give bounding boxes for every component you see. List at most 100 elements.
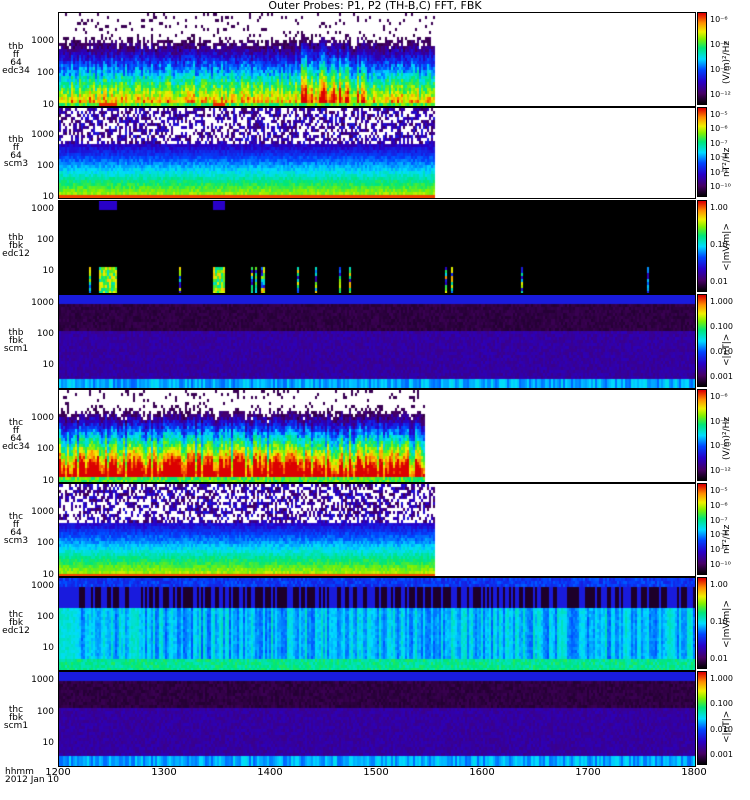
panel-label-line: scm1: [3, 721, 29, 731]
panel-label-line: edc34: [2, 65, 30, 76]
colorbar-tick-label: 10⁻⁶: [710, 500, 728, 510]
spectrogram-panel-thb-fbk-scm1: 1000 100 10: [31, 294, 696, 389]
y-tick-label: 1000: [31, 204, 54, 215]
panel-label-line: edc12: [2, 249, 30, 259]
spectrogram-panel-thc-ff-64-edc34: 1000 100 10: [31, 389, 696, 486]
spectrogram-image: [58, 577, 696, 671]
colorbar-unit-label: (V/m)²/Hz: [722, 416, 732, 460]
x-tick-label: 1500: [363, 767, 389, 778]
y-tick-label: 100: [36, 160, 54, 171]
x-tick-label: 1700: [575, 767, 601, 778]
colorbar-tick-label: 10⁻⁵: [710, 486, 728, 495]
y-tick-label: 1000: [31, 298, 54, 309]
x-tick-label: 1400: [257, 767, 283, 778]
colorbar-tick-label: 1.000: [710, 297, 733, 306]
colorbar-tick-label: 0.100: [710, 699, 733, 709]
colorbar-tick-label: 10⁻¹⁰: [710, 182, 731, 191]
panel-label: thb ff 64 scm3: [2, 136, 30, 169]
spectrogram-panel-thc-ff-64-scm3: 1000 100 10: [31, 483, 696, 580]
spectrogram-panel-thc-fbk-scm1: 1000 100 10: [31, 671, 696, 767]
spectrogram-panel-thb-fbk-edc12: 1000 100 10: [31, 200, 696, 294]
spectrogram-panel-thc-fbk-edc12: 1000 100 10: [31, 577, 696, 671]
colorbar-tick-label: 0.001: [710, 750, 733, 759]
panel-label-line: edc12: [2, 626, 30, 636]
y-tick-label: 1000: [31, 129, 54, 140]
colorbar-tick-label: 0.01: [710, 654, 728, 663]
panel-label: thc fbk edc12: [2, 611, 30, 636]
y-tick-label: 100: [36, 329, 54, 340]
spectrogram-image: [58, 107, 696, 199]
y-tick-label: 10: [42, 642, 54, 653]
colorbar-unit-label: nT²/Hz: [722, 524, 732, 554]
y-tick-label: 10: [42, 192, 54, 202]
spectrogram-image: [58, 483, 696, 577]
colorbar-unit-label: <|nT|>: [722, 710, 732, 743]
colorbar-tick-label: 10⁻¹²: [710, 466, 731, 475]
colorbar-tick-label: 10⁻⁶: [710, 124, 728, 134]
colorbar-unit-label: <|mV/m|>: [722, 600, 732, 648]
colorbar: [697, 389, 707, 481]
y-tick-label: 10: [42, 360, 54, 371]
x-tick-label: 1600: [469, 767, 495, 778]
colorbar-tick-label: 10⁻⁶: [710, 15, 728, 24]
colorbar-tick-label: 1.00: [710, 580, 728, 589]
colorbar-unit-label: <|mV/m|>: [722, 223, 732, 271]
colorbar-unit-label: <|nT|>: [722, 333, 732, 366]
colorbar-tick-label: 1.00: [710, 203, 728, 212]
colorbar-tick-label: 0.100: [710, 322, 733, 331]
colorbar: [697, 12, 707, 105]
colorbar-tick-label: 1.000: [710, 674, 733, 683]
panel-label-line: scm3: [3, 159, 29, 169]
spectrogram-panel-thb-ff-64-scm3: 1000 100 10: [31, 107, 696, 202]
y-tick-label: 1000: [31, 506, 54, 517]
colorbar-unit-label: (V/m)²/Hz: [722, 40, 732, 84]
colorbar-tick-label: 10⁻⁶: [710, 392, 728, 401]
colorbar: [697, 483, 707, 575]
colorbar: [697, 577, 707, 669]
plot-title: Outer Probes: P1, P2 (TH-B,C) FFT, FBK: [268, 0, 482, 12]
y-tick-label: 100: [36, 706, 54, 717]
y-tick-label: 1000: [31, 675, 54, 686]
y-tick-label: 1000: [31, 412, 54, 423]
y-tick-label: 1000: [31, 581, 54, 592]
colorbar: [697, 107, 707, 197]
x-tick-label: 1200: [45, 767, 71, 778]
panel-label: thc ff 64 scm3: [2, 513, 30, 546]
colorbar-tick-label: 10⁻⁵: [710, 110, 728, 119]
panel-label: thc ff 64 edc34: [2, 419, 30, 452]
y-tick-label: 10: [42, 476, 54, 486]
y-tick-label: 100: [36, 234, 54, 245]
colorbar-tick-label: 10⁻¹⁰: [710, 560, 731, 569]
colorbar: [697, 671, 707, 765]
y-tick-label: 10: [42, 738, 54, 749]
spectrogram-image: [58, 200, 696, 294]
spectrogram-panel-thb-ff-64-edc34: 1000 100 10: [31, 12, 696, 110]
spectrogram-image: [58, 294, 696, 389]
y-tick-label: 10: [42, 570, 54, 580]
spectrogram-image: [58, 12, 696, 107]
x-tick-label: 1300: [151, 767, 177, 778]
colorbar-unit-label: nT²/Hz: [722, 147, 732, 177]
spectrogram-image: [58, 671, 696, 767]
colorbar-tick-label: 0.001: [710, 372, 733, 381]
colorbar-tick-label: 10⁻¹²: [710, 90, 731, 99]
panel-label: thc fbk scm1: [2, 706, 30, 731]
y-tick-label: 10: [42, 100, 54, 110]
panel-label-line: scm1: [3, 343, 29, 354]
panel-label: thb ff 64 edc34: [2, 42, 30, 76]
y-tick-label: 100: [36, 538, 54, 549]
colorbar: [697, 294, 707, 387]
spectrogram-image: [58, 389, 696, 483]
panel-label: thb fbk edc12: [2, 234, 30, 259]
y-tick-label: 100: [36, 611, 54, 622]
panel-label-line: edc34: [2, 442, 30, 452]
x-tick-label: 1800: [681, 767, 707, 778]
colorbar: [697, 200, 707, 292]
y-tick-label: 1000: [31, 35, 54, 46]
y-tick-label: 100: [36, 67, 54, 78]
y-tick-label: 100: [36, 444, 54, 455]
panel-label-line: scm3: [3, 536, 29, 546]
colorbar-tick-label: 0.01: [710, 277, 728, 286]
panel-label: thb fbk scm1: [2, 328, 30, 354]
y-tick-label: 10: [42, 265, 54, 276]
